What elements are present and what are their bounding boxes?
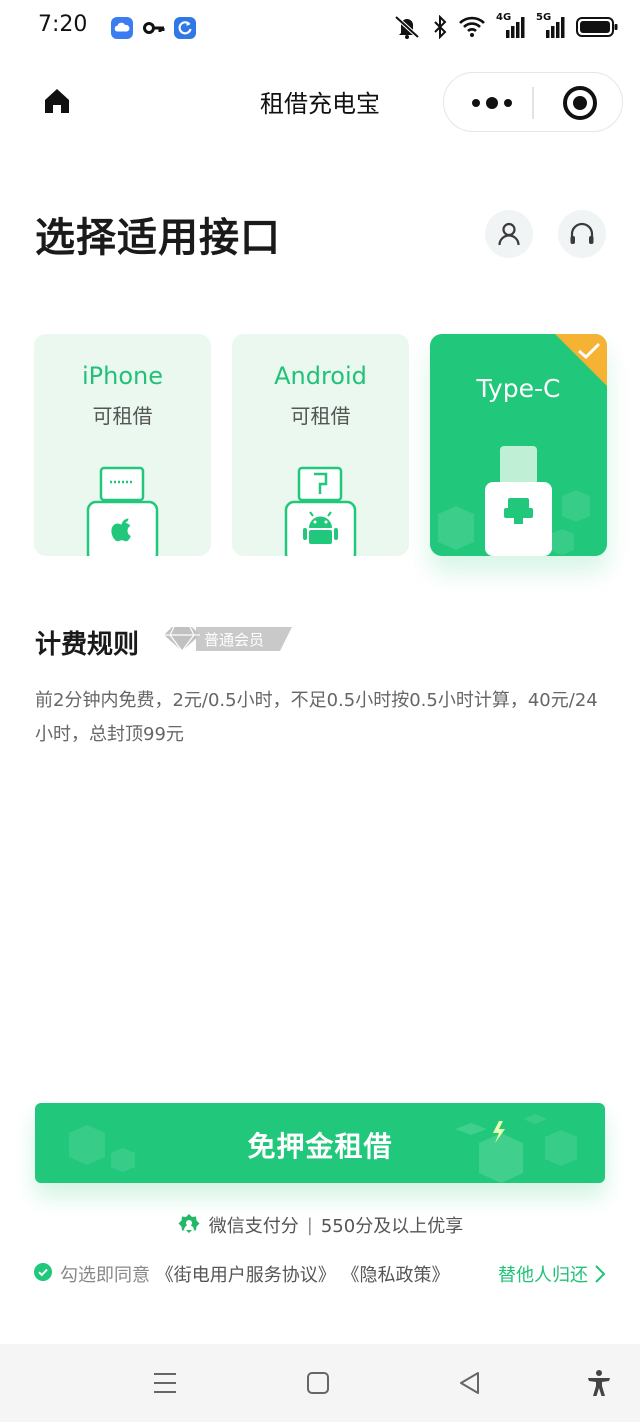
battery-icon xyxy=(576,17,618,37)
key-icon xyxy=(143,22,165,34)
mini-program-capsule xyxy=(443,72,623,132)
back-triangle-icon[interactable] xyxy=(456,1368,486,1398)
payment-info: 微信支付分 | 550分及以上优享 xyxy=(0,1212,640,1238)
return-for-others-link[interactable]: 替他人归还 xyxy=(498,1261,606,1287)
payment-separator: | xyxy=(306,1214,313,1236)
status-time: 7:20 xyxy=(38,12,88,37)
user-button[interactable] xyxy=(485,210,533,258)
system-navigation-bar xyxy=(0,1344,640,1422)
bluetooth-icon xyxy=(434,15,447,39)
interface-name: iPhone xyxy=(81,362,163,390)
chevron-right-icon xyxy=(595,1265,606,1283)
wechat-pay-score-icon xyxy=(178,1214,200,1233)
apple-lightning-icon xyxy=(86,466,159,556)
interface-status: 可租借 xyxy=(290,404,351,428)
payment-benefit: 550分及以上优享 xyxy=(320,1216,464,1237)
refresh-icon xyxy=(174,17,196,39)
mini-program-close-icon[interactable] xyxy=(562,85,598,121)
signal-5g-icon: 5G xyxy=(536,12,566,40)
rent-button-label: 免押金租借 xyxy=(247,1130,393,1163)
status-right-icons: 4G 5G xyxy=(392,12,618,40)
more-dots-icon[interactable] xyxy=(470,92,514,114)
agreement-text: 勾选即同意 《街电用户服务协议》 《隐私政策》 xyxy=(60,1261,449,1287)
agreement-prefix: 勾选即同意 xyxy=(60,1265,150,1286)
billing-rule: 前2分钟内免费，2元/0.5小时，不足0.5小时按0.5小时计算，40元/24小… xyxy=(35,690,598,745)
mute-icon xyxy=(394,15,420,39)
billing-title: 计费规则 xyxy=(35,630,140,660)
member-level: 普通会员 xyxy=(204,631,265,649)
signal-4g-icon: 4G xyxy=(496,12,526,40)
cloud-icon xyxy=(111,17,133,39)
rent-without-deposit-button[interactable]: 免押金租借 xyxy=(35,1103,605,1183)
selected-check-icon xyxy=(555,334,607,386)
agree-checkbox[interactable] xyxy=(34,1263,52,1281)
interface-name: Android xyxy=(274,362,367,390)
capsule-divider xyxy=(532,87,534,119)
usb-type-c-icon xyxy=(485,446,552,556)
headset-icon xyxy=(570,222,594,244)
privacy-policy-link[interactable]: 《隐私政策》 xyxy=(341,1265,449,1286)
return-for-others-label: 替他人归还 xyxy=(498,1265,588,1286)
service-agreement-link[interactable]: 《街电用户服务协议》 xyxy=(156,1265,336,1286)
interface-status: 可租借 xyxy=(92,404,153,428)
wifi-icon xyxy=(459,16,485,37)
android-micro-usb-icon xyxy=(284,466,357,556)
page-title: 选择适用接口 xyxy=(35,215,281,261)
home-square-icon[interactable] xyxy=(303,1368,333,1398)
payment-name: 微信支付分 xyxy=(208,1216,299,1237)
interface-card-type-c[interactable]: Type-C xyxy=(430,334,607,556)
menu-icon[interactable] xyxy=(150,1368,180,1398)
accessibility-icon[interactable] xyxy=(584,1368,614,1398)
interface-card-android[interactable]: Android 可租借 xyxy=(232,334,409,556)
interface-card-iphone[interactable]: iPhone 可租借 xyxy=(34,334,211,556)
customer-service-button[interactable] xyxy=(558,210,606,258)
user-icon xyxy=(498,222,520,246)
